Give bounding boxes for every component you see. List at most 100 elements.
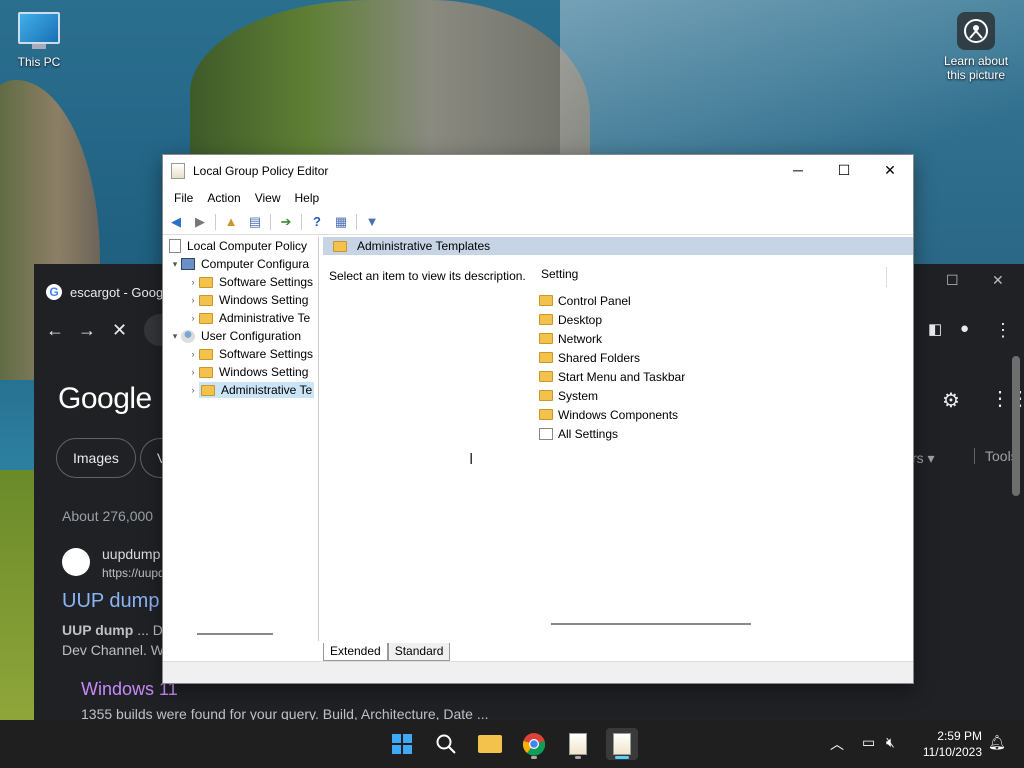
search-icon [436, 734, 456, 754]
tree-item-windows-settings[interactable]: › Windows Setting [163, 363, 318, 381]
tree-item-user-configuration[interactable]: ▾ User Configuration [163, 327, 318, 345]
google-logo[interactable]: Google [58, 382, 152, 416]
gpedit-window: Local Group Policy Editor ─ ☐ ✕ File Act… [162, 154, 914, 684]
tree-item-administrative-templates-selected[interactable]: › Administrative Te [163, 381, 318, 399]
list-item[interactable]: Control Panel [539, 291, 685, 310]
settings-list: Control Panel Desktop Network Shared Fol… [539, 291, 685, 443]
tree-horizontal-scrollbar[interactable] [163, 627, 318, 641]
folder-icon [539, 390, 553, 401]
chevron-right-icon[interactable]: › [187, 349, 199, 359]
show-tree-icon[interactable]: ▤ [246, 213, 264, 231]
profile-icon[interactable]: ● [960, 320, 969, 337]
gpedit-titlebar[interactable]: Local Group Policy Editor ─ ☐ ✕ [163, 155, 913, 187]
all-settings-icon [539, 427, 553, 440]
column-header-setting[interactable]: Setting [541, 267, 887, 287]
snippet-line2: Dev Channel. W [62, 642, 164, 658]
details-pane: Administrative Templates Select an item … [323, 237, 913, 641]
notification-bell-icon[interactable]: 🔔︎ [988, 734, 1006, 751]
folder-icon [539, 295, 553, 306]
desktop-icon-learn-picture[interactable]: Learn about this picture [936, 12, 1016, 82]
more-menu-icon[interactable]: ⋮ [994, 320, 1012, 341]
tree-item-administrative-templates[interactable]: › Administrative Te [163, 309, 318, 327]
properties-icon[interactable]: ▦ [332, 213, 350, 231]
chrome-scrollbar[interactable] [1012, 356, 1020, 496]
tree-item-software-settings[interactable]: › Software Settings [163, 273, 318, 291]
list-item[interactable]: Desktop [539, 310, 685, 329]
gpedit-taskbar-button[interactable] [606, 728, 638, 760]
back-arrow-icon[interactable]: ← [46, 320, 64, 341]
search-button[interactable] [430, 728, 462, 760]
folder-icon [199, 276, 213, 288]
minimize-button[interactable]: ─ [775, 155, 821, 185]
tree-item-software-settings[interactable]: › Software Settings [163, 345, 318, 363]
back-arrow-icon[interactable]: ◀ [167, 213, 185, 231]
taskbar: ︿ ▭ 🔇︎ 2:59 PM 11/10/2023 🔔︎ [0, 720, 1024, 768]
folder-icon [539, 409, 553, 420]
filter-icon[interactable]: ▼ [363, 213, 381, 231]
chip-images[interactable]: Images [56, 438, 136, 478]
list-item[interactable]: Start Menu and Taskbar [539, 367, 685, 386]
chevron-right-icon[interactable]: › [187, 385, 199, 395]
menu-action[interactable]: Action [200, 191, 247, 205]
system-clock[interactable]: 2:59 PM 11/10/2023 [923, 728, 982, 760]
folder-icon [539, 352, 553, 363]
list-item[interactable]: System [539, 386, 685, 405]
folder-icon [539, 371, 553, 382]
details-horizontal-scrollbar[interactable] [551, 623, 751, 625]
chevron-down-icon[interactable]: ▾ [169, 331, 181, 342]
volume-muted-icon[interactable]: 🔇︎ [886, 734, 895, 751]
snippet-bold: UUP dump [62, 622, 134, 638]
list-item[interactable]: Windows Components [539, 405, 685, 424]
forward-arrow-icon[interactable]: → [78, 320, 96, 341]
list-item[interactable]: Network [539, 329, 685, 348]
tree-item-local-computer-policy[interactable]: Local Computer Policy [163, 237, 318, 255]
tab-extended[interactable]: Extended [323, 643, 388, 661]
notepad-button[interactable] [562, 728, 594, 760]
settings-gear-icon[interactable]: ⚙ [942, 388, 960, 413]
address-bar[interactable] [144, 314, 164, 346]
desktop-icon-this-pc[interactable]: This PC [10, 12, 68, 69]
chrome-maximize-icon[interactable]: ☐ [946, 272, 959, 289]
chevron-right-icon[interactable]: › [187, 313, 199, 323]
chrome-tab-title: escargot - Goog [70, 284, 164, 300]
menu-help[interactable]: Help [288, 191, 327, 205]
maximize-button[interactable]: ☐ [821, 155, 867, 185]
export-list-icon[interactable]: ➔ [277, 213, 295, 231]
chrome-tab[interactable]: G escargot - Goog [46, 276, 166, 308]
toolbar: ◀ ▶ ▲ ▤ ➔ ? ▦ ▼ [163, 209, 913, 235]
chevron-right-icon[interactable]: › [187, 295, 199, 305]
menu-file[interactable]: File [167, 191, 200, 205]
help-icon[interactable]: ? [308, 213, 326, 231]
up-folder-icon[interactable]: ▲ [222, 213, 240, 231]
list-item[interactable]: Shared Folders [539, 348, 685, 367]
chevron-up-icon[interactable]: ︿ [830, 734, 844, 754]
gpedit-app-icon [171, 163, 185, 179]
folder-icon [199, 348, 213, 360]
file-explorer-button[interactable] [474, 728, 506, 760]
result-title-link[interactable]: UUP dump [62, 590, 159, 613]
stop-loading-icon[interactable]: ✕ [112, 320, 127, 341]
result-url[interactable]: https://uupd [102, 566, 165, 580]
chrome-close-icon[interactable]: ✕ [992, 272, 1004, 289]
chrome-button[interactable] [518, 728, 550, 760]
network-icon[interactable]: ▭ [862, 734, 875, 751]
tree-item-computer-configuration[interactable]: ▾ Computer Configura [163, 255, 318, 273]
filter-dropdown[interactable]: rs ▾ [912, 450, 935, 467]
start-button[interactable] [386, 728, 418, 760]
menu-view[interactable]: View [248, 191, 288, 205]
result-snippet: UUP dump ... D Dev Channel. W [62, 620, 164, 660]
results-count: About 276,000 [62, 508, 154, 524]
chevron-right-icon[interactable]: › [187, 277, 199, 287]
chevron-down-icon[interactable]: ▾ [169, 259, 181, 270]
sidebar-icon[interactable]: ◧ [928, 320, 942, 338]
close-button[interactable]: ✕ [867, 155, 913, 185]
tree-pane: Local Computer Policy ▾ Computer Configu… [163, 237, 319, 641]
menu-bar: File Action View Help [163, 187, 913, 209]
status-bar [163, 661, 913, 683]
tree-item-windows-settings[interactable]: › Windows Setting [163, 291, 318, 309]
user-icon [181, 329, 195, 343]
list-item[interactable]: All Settings [539, 424, 685, 443]
forward-arrow-icon[interactable]: ▶ [191, 213, 209, 231]
chevron-right-icon[interactable]: › [187, 367, 199, 377]
tab-standard[interactable]: Standard [387, 643, 451, 661]
